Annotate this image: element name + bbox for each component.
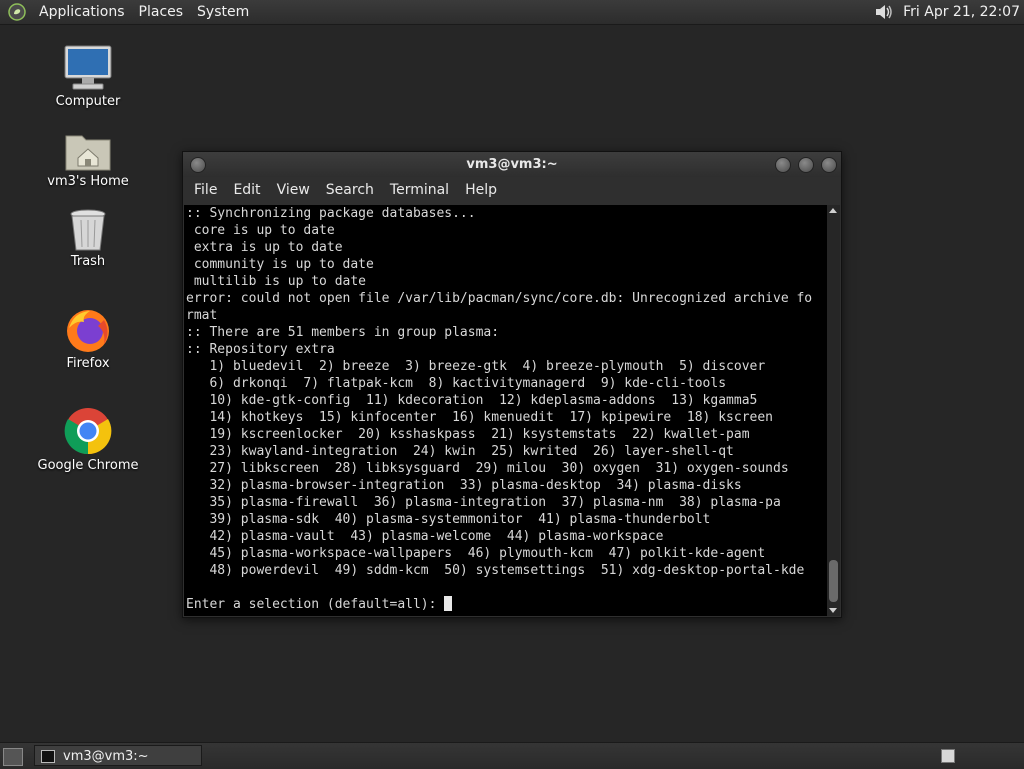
desktop-icon-computer[interactable]: Computer <box>28 44 148 109</box>
terminal-line: 42) plasma-vault 43) plasma-welcome 44) … <box>186 529 664 544</box>
terminal-line: 10) kde-gtk-config 11) kdecoration 12) k… <box>186 393 758 408</box>
workspace-switcher-icon[interactable] <box>941 749 955 763</box>
terminal-line: 48) powerdevil 49) sddm-kcm 50) systemse… <box>186 563 805 578</box>
show-desktop-icon[interactable] <box>3 748 23 766</box>
desktop-icon-chrome[interactable]: Google Chrome <box>28 406 148 473</box>
close-icon[interactable] <box>821 157 837 173</box>
menu-terminal[interactable]: Terminal <box>382 177 457 204</box>
desktop-icon-home[interactable]: vm3's Home <box>28 128 148 189</box>
speaker-icon[interactable] <box>873 1 895 23</box>
terminal-output[interactable]: :: Synchronizing package databases... co… <box>184 205 827 616</box>
home-folder-icon <box>65 135 111 171</box>
prompt-text: Enter a selection (default=all): <box>186 597 445 612</box>
chrome-icon <box>64 408 112 455</box>
terminal-line: extra is up to date <box>186 240 343 255</box>
window-menu-icon[interactable] <box>190 157 206 173</box>
menu-view[interactable]: View <box>269 177 318 204</box>
desktop-icon-label: Firefox <box>66 356 110 371</box>
panel-tray: Fri Apr 21, 22:07 <box>873 0 1020 24</box>
terminal-line: rmat <box>186 308 218 323</box>
terminal-window[interactable]: vm3@vm3:~ File Edit View Search Terminal… <box>182 151 842 618</box>
terminal-line: 35) plasma-firewall 36) plasma-integrati… <box>186 495 781 510</box>
trash-bin-icon <box>70 209 106 251</box>
menu-search[interactable]: Search <box>318 177 382 204</box>
terminal-line: core is up to date <box>186 223 335 238</box>
terminal-menubar: File Edit View Search Terminal Help <box>183 177 841 204</box>
desktop-icon-trash[interactable]: Trash <box>28 208 148 269</box>
terminal-line: 1) bluedevil 2) breeze 3) breeze-gtk 4) … <box>186 359 766 374</box>
terminal-line: :: Repository extra <box>186 342 335 357</box>
maximize-icon[interactable] <box>798 157 814 173</box>
terminal-line: :: There are 51 members in group plasma: <box>186 325 500 340</box>
menu-help[interactable]: Help <box>457 177 505 204</box>
window-title: vm3@vm3:~ <box>466 157 558 172</box>
menu-edit[interactable]: Edit <box>225 177 268 204</box>
terminal-prompt-line[interactable]: Enter a selection (default=all): <box>184 596 827 613</box>
top-panel: Applications Places System Fri Apr 21, 2… <box>0 0 1024 25</box>
clock[interactable]: Fri Apr 21, 22:07 <box>895 4 1020 20</box>
desktop-icon-label: Computer <box>55 94 121 109</box>
terminal-line: 27) libkscreen 28) libksysguard 29) milo… <box>186 461 789 476</box>
terminal-titlebar[interactable]: vm3@vm3:~ <box>183 152 841 177</box>
terminal-line: 39) plasma-sdk 40) plasma-systemmonitor … <box>186 512 711 527</box>
desktop-icon-label: Google Chrome <box>37 458 139 473</box>
terminal-line: multilib is up to date <box>186 274 367 289</box>
terminal-line: 45) plasma-workspace-wallpapers 46) plym… <box>186 546 766 561</box>
taskbar-label: vm3@vm3:~ <box>63 749 149 764</box>
system-menu[interactable]: System <box>190 0 256 24</box>
desktop-icon-label: vm3's Home <box>47 174 129 189</box>
scroll-thumb[interactable] <box>829 560 838 602</box>
terminal-line: 32) plasma-browser-integration 33) plasm… <box>186 478 742 493</box>
places-menu[interactable]: Places <box>132 0 191 24</box>
terminal-scrollbar[interactable] <box>827 205 840 616</box>
firefox-icon <box>67 310 109 352</box>
terminal-line: error: could not open file /var/lib/pacm… <box>186 291 813 306</box>
desktop-icon-firefox[interactable]: Firefox <box>28 306 148 371</box>
terminal-icon <box>41 750 55 763</box>
terminal-line: 19) kscreenlocker 20) ksshaskpass 21) ks… <box>186 427 750 442</box>
computer-monitor-icon <box>64 45 112 90</box>
gnome-foot-icon[interactable] <box>8 3 26 21</box>
bottom-panel: vm3@vm3:~ <box>0 742 1024 769</box>
terminal-line: 6) drkonqi 7) flatpak-kcm 8) kactivityma… <box>186 376 727 391</box>
terminal-line: :: Synchronizing package databases... <box>186 206 476 221</box>
desktop-icon-label: Trash <box>70 254 106 269</box>
taskbar-terminal-button[interactable]: vm3@vm3:~ <box>34 745 202 766</box>
text-cursor <box>444 596 453 611</box>
terminal-text: :: Synchronizing package databases... co… <box>184 205 827 596</box>
terminal-line: 23) kwayland-integration 24) kwin 25) kw… <box>186 444 734 459</box>
terminal-line: 14) khotkeys 15) kinfocenter 16) kmenued… <box>186 410 773 425</box>
menu-file[interactable]: File <box>186 177 225 204</box>
applications-menu[interactable]: Applications <box>32 0 132 24</box>
scroll-up-icon[interactable] <box>829 208 837 213</box>
scroll-down-icon[interactable] <box>829 608 837 613</box>
terminal-line: community is up to date <box>186 257 374 272</box>
minimize-icon[interactable] <box>775 157 791 173</box>
